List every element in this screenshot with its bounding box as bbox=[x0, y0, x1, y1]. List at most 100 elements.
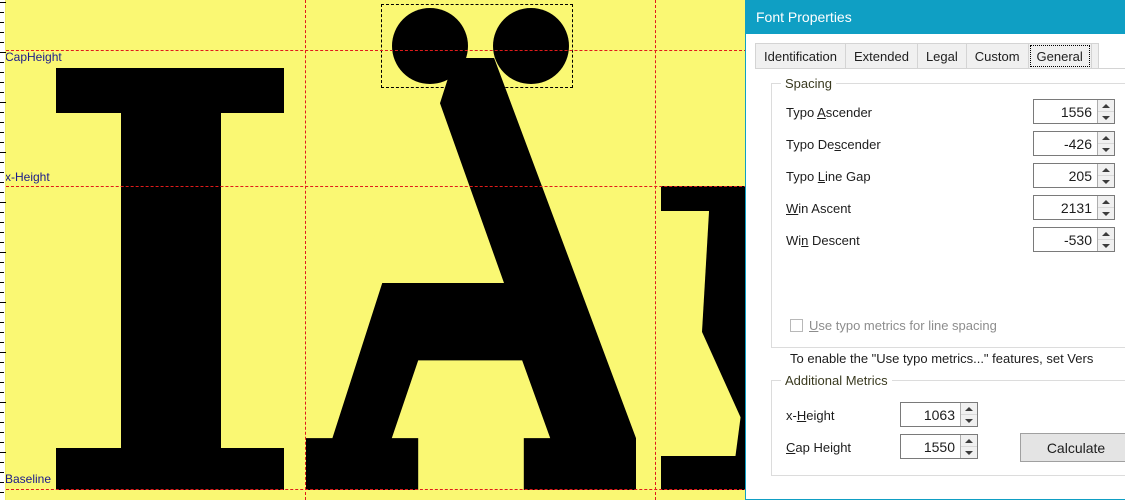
ruler-tick bbox=[0, 152, 6, 153]
dialog-body: Identification Extended Legal Custom Gen… bbox=[746, 34, 1125, 499]
spinner-down-icon[interactable] bbox=[1098, 208, 1114, 219]
spinner-up-icon[interactable] bbox=[1098, 228, 1114, 240]
vertical-guide-left bbox=[305, 0, 306, 500]
spinner-win-ascent-buttons[interactable] bbox=[1097, 196, 1114, 219]
spinner-down-icon[interactable] bbox=[1098, 144, 1114, 155]
label-typo-descender: Typo Descender bbox=[786, 137, 881, 152]
ruler-tick bbox=[0, 2, 6, 3]
spinner-win-descent-value[interactable]: -530 bbox=[1034, 228, 1097, 251]
spinner-typo-descender-buttons[interactable] bbox=[1097, 132, 1114, 155]
tab-overflow[interactable] bbox=[1090, 43, 1099, 69]
spinner-down-icon[interactable] bbox=[1098, 176, 1114, 187]
spinner-typo-line-gap[interactable]: 205 bbox=[1033, 163, 1115, 188]
use-typo-metrics-checkbox[interactable] bbox=[790, 319, 803, 332]
ruler-tick bbox=[0, 212, 4, 213]
ruler-tick bbox=[0, 382, 4, 383]
label-win-descent: Win Descent bbox=[786, 233, 860, 248]
vertical-guide-right bbox=[655, 0, 656, 500]
spinner-win-descent-buttons[interactable] bbox=[1097, 228, 1114, 251]
ruler-tick bbox=[0, 422, 4, 423]
spinner-x-height[interactable]: 1063 bbox=[900, 402, 978, 427]
label-typo-line-gap: Typo Line Gap bbox=[786, 169, 871, 184]
spinner-typo-line-gap-buttons[interactable] bbox=[1097, 164, 1114, 187]
guide-line-baseline bbox=[6, 489, 752, 490]
ruler-tick bbox=[0, 292, 4, 293]
ruler-tick bbox=[0, 162, 4, 163]
spacing-group-legend: Spacing bbox=[781, 76, 836, 91]
tab-legal[interactable]: Legal bbox=[916, 43, 967, 69]
spinner-up-icon[interactable] bbox=[1098, 100, 1114, 112]
spinner-down-icon[interactable] bbox=[1098, 240, 1114, 251]
ruler-tick bbox=[0, 312, 4, 313]
glyph-editor-panel[interactable]: CapHeight x-Height Baseline bbox=[0, 0, 752, 500]
use-typo-metrics-label: Use typo metrics for line spacing bbox=[809, 318, 997, 333]
tab-extended[interactable]: Extended bbox=[845, 43, 918, 69]
spinner-x-height-buttons[interactable] bbox=[960, 403, 977, 426]
spinner-down-icon[interactable] bbox=[961, 415, 977, 426]
ruler-tick bbox=[0, 262, 4, 263]
additional-metrics-legend: Additional Metrics bbox=[781, 373, 892, 388]
spinner-x-height-value[interactable]: 1063 bbox=[901, 403, 960, 426]
label-cap-height: Cap Height bbox=[786, 440, 852, 455]
calculate-button[interactable]: Calculate bbox=[1020, 433, 1125, 462]
spinner-typo-descender[interactable]: -426 bbox=[1033, 131, 1115, 156]
ruler-tick bbox=[0, 282, 4, 283]
label-win-ascent: Win Ascent bbox=[786, 201, 852, 216]
ruler-tick bbox=[0, 352, 6, 353]
ruler-tick bbox=[0, 122, 4, 123]
ruler-tick bbox=[0, 132, 4, 133]
ruler-tick bbox=[0, 452, 6, 453]
ruler-tick bbox=[0, 232, 4, 233]
vertical-ruler[interactable] bbox=[0, 0, 6, 500]
diaeresis-selection-box[interactable] bbox=[381, 4, 573, 88]
spinner-win-descent[interactable]: -530 bbox=[1033, 227, 1115, 252]
use-typo-metrics-row[interactable]: Use typo metrics for line spacing bbox=[790, 318, 997, 333]
spinner-up-icon[interactable] bbox=[1098, 132, 1114, 144]
ruler-tick bbox=[0, 482, 4, 483]
ruler-tick bbox=[0, 272, 4, 273]
ruler-tick bbox=[0, 322, 4, 323]
ruler-tick bbox=[0, 102, 6, 103]
spinner-typo-line-gap-value[interactable]: 205 bbox=[1034, 164, 1097, 187]
spinner-down-icon[interactable] bbox=[1098, 112, 1114, 123]
ruler-tick bbox=[0, 92, 4, 93]
spinner-up-icon[interactable] bbox=[1098, 164, 1114, 176]
ruler-tick bbox=[0, 442, 4, 443]
ruler-tick bbox=[0, 372, 4, 373]
label-typo-ascender: Typo Ascender bbox=[786, 105, 872, 120]
ruler-tick bbox=[0, 72, 4, 73]
ruler-tick bbox=[0, 332, 4, 333]
dialog-titlebar[interactable]: Font Properties bbox=[746, 0, 1125, 34]
spinner-typo-ascender[interactable]: 1556 bbox=[1033, 99, 1115, 124]
tab-identification[interactable]: Identification bbox=[755, 43, 846, 69]
guide-line-capheight bbox=[6, 50, 752, 51]
font-properties-dialog[interactable]: Font Properties Identification Extended … bbox=[745, 0, 1125, 500]
spinner-up-icon[interactable] bbox=[1098, 196, 1114, 208]
spinner-down-icon[interactable] bbox=[961, 447, 977, 458]
ruler-tick bbox=[0, 342, 4, 343]
spinner-up-icon[interactable] bbox=[961, 403, 977, 415]
ruler-tick bbox=[0, 182, 4, 183]
tab-general[interactable]: General bbox=[1027, 43, 1092, 69]
glyph-X[interactable] bbox=[661, 186, 752, 490]
spinner-typo-ascender-value[interactable]: 1556 bbox=[1034, 100, 1097, 123]
spinner-win-ascent[interactable]: 2131 bbox=[1033, 195, 1115, 220]
tab-custom[interactable]: Custom bbox=[965, 43, 1029, 69]
ruler-tick bbox=[0, 462, 4, 463]
ruler-tick bbox=[0, 172, 4, 173]
spinner-up-icon[interactable] bbox=[961, 435, 977, 447]
ruler-tick bbox=[0, 22, 4, 23]
ruler-tick bbox=[0, 12, 4, 13]
tabstrip[interactable]: Identification Extended Legal Custom Gen… bbox=[755, 42, 1099, 69]
glyph-canvas[interactable] bbox=[6, 0, 752, 500]
spinner-cap-height-buttons[interactable] bbox=[960, 435, 977, 458]
guide-label-xheight: x-Height bbox=[5, 170, 50, 184]
spinner-typo-ascender-buttons[interactable] bbox=[1097, 100, 1114, 123]
ruler-tick bbox=[0, 432, 4, 433]
spinner-cap-height[interactable]: 1550 bbox=[900, 434, 978, 459]
spinner-typo-descender-value[interactable]: -426 bbox=[1034, 132, 1097, 155]
ruler-tick bbox=[0, 202, 6, 203]
spinner-win-ascent-value[interactable]: 2131 bbox=[1034, 196, 1097, 219]
spinner-cap-height-value[interactable]: 1550 bbox=[901, 435, 960, 458]
ruler-tick bbox=[0, 392, 4, 393]
